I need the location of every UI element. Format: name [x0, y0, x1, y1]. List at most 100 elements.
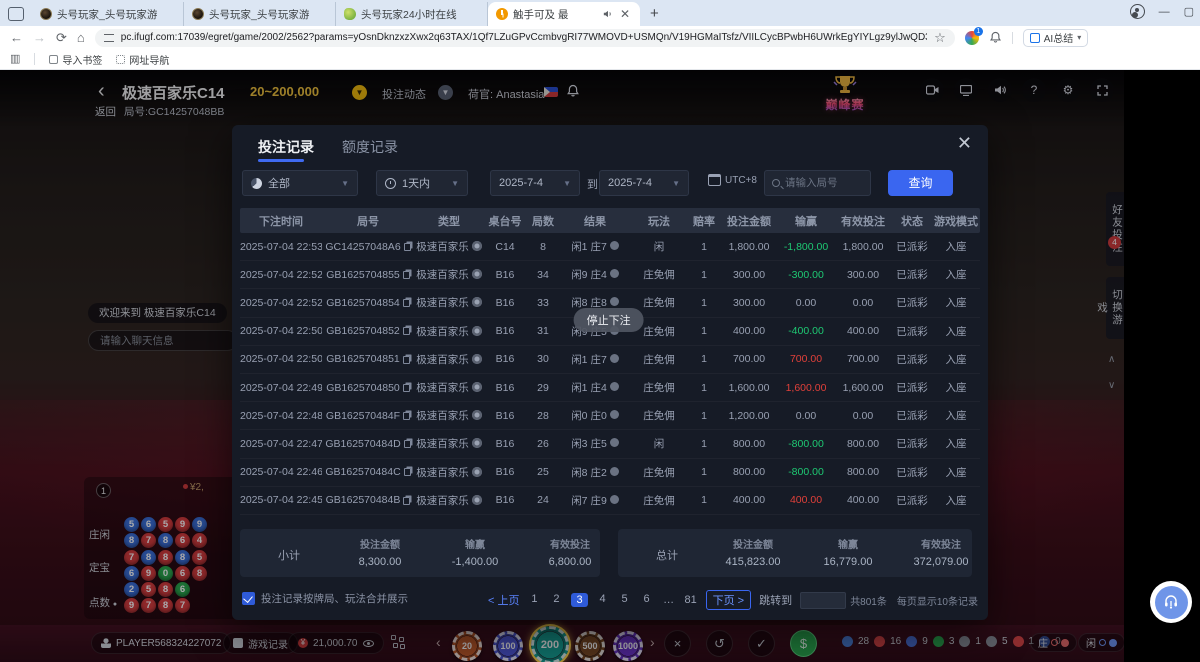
- copy-icon[interactable]: [403, 412, 410, 420]
- result-info-icon[interactable]: [610, 438, 619, 447]
- cell-round-no: 30: [526, 353, 560, 365]
- reload-icon[interactable]: ⟳: [56, 31, 67, 44]
- column-header: 局数: [526, 213, 560, 229]
- close-icon[interactable]: ✕: [957, 133, 972, 154]
- cell-bet-time: 2025-07-04 22:48:24: [240, 410, 322, 422]
- range-filter-dropdown[interactable]: 1天内▼: [376, 170, 468, 196]
- page-button[interactable]: 6: [640, 593, 654, 607]
- cell-valid-bet: 400.00: [834, 325, 892, 337]
- result-info-icon[interactable]: [610, 241, 619, 250]
- browser-tab[interactable]: 头号玩家_头号玩家游: [184, 2, 336, 26]
- cell-status: 已派彩: [892, 239, 932, 254]
- cell-table-no: B16: [484, 297, 526, 309]
- result-info-icon[interactable]: [610, 467, 619, 476]
- new-tab-button[interactable]: +: [650, 5, 659, 22]
- result-info-icon[interactable]: [610, 382, 619, 391]
- page-button[interactable]: 1: [527, 593, 541, 607]
- cell-game-type: 极速百家乐: [414, 408, 484, 423]
- last-page-button[interactable]: 81: [684, 594, 698, 606]
- merge-toggle[interactable]: 投注记录按牌局、玩法合并展示: [242, 591, 408, 606]
- cell-valid-bet: 0.00: [834, 297, 892, 309]
- type-filter-dropdown[interactable]: 全部▼: [242, 170, 358, 196]
- checkbox-checked-icon[interactable]: [242, 592, 255, 605]
- cell-valid-bet: 0.00: [834, 410, 892, 422]
- query-button[interactable]: 查询: [888, 170, 953, 196]
- dealer-cam-icon: [472, 410, 482, 420]
- customer-service-button[interactable]: [1150, 581, 1192, 623]
- tab-bet-records[interactable]: 投注记录: [258, 137, 314, 157]
- copy-icon[interactable]: [404, 243, 411, 251]
- chevron-down-icon: ▼: [672, 179, 680, 188]
- cell-table-no: B16: [484, 382, 526, 394]
- address-bar-actions: 1 AI总结 ▾: [965, 29, 1088, 47]
- copy-icon[interactable]: [403, 299, 410, 307]
- url-text[interactable]: pc.ifugf.com:17039/egret/game/2002/2562?…: [121, 32, 927, 43]
- cell-table-no: C14: [484, 241, 526, 253]
- bookmark-star-icon[interactable]: ☆: [934, 31, 946, 44]
- copy-icon[interactable]: [404, 440, 411, 448]
- extension-icon[interactable]: 1: [965, 31, 979, 45]
- result-info-icon[interactable]: [610, 354, 619, 363]
- cell-round-id: GB1625704852: [322, 325, 414, 337]
- date-from-dropdown[interactable]: 2025-7-4▼: [490, 170, 580, 196]
- copy-icon[interactable]: [403, 327, 410, 335]
- next-page-button[interactable]: 下页 >: [706, 590, 751, 610]
- cell-result: 闲0 庄0: [560, 408, 630, 423]
- page-button[interactable]: 4: [596, 593, 610, 607]
- cell-win-loss: -400.00: [778, 325, 834, 337]
- copy-icon[interactable]: [403, 356, 410, 364]
- page-button[interactable]: 2: [549, 593, 563, 607]
- cell-bet-time: 2025-07-04 22:46:31: [240, 466, 322, 478]
- bell-icon[interactable]: [989, 31, 1002, 44]
- tab-quota-records[interactable]: 额度记录: [342, 137, 398, 157]
- side-panel-icon[interactable]: ▥: [10, 54, 20, 65]
- maximize-button[interactable]: ▢: [1184, 5, 1194, 18]
- forward-icon[interactable]: →: [33, 31, 46, 44]
- url-field[interactable]: pc.ifugf.com:17039/egret/game/2002/2562?…: [95, 29, 955, 47]
- tab-close-icon[interactable]: ✕: [618, 7, 632, 21]
- profile-icon[interactable]: [1130, 4, 1145, 19]
- copy-icon[interactable]: [403, 384, 410, 392]
- jump-label: 跳转到: [759, 592, 792, 608]
- timezone-indicator[interactable]: UTC+8: [708, 174, 757, 186]
- round-search-box[interactable]: [764, 170, 871, 196]
- back-icon[interactable]: ←: [10, 31, 23, 44]
- ai-summary-button[interactable]: AI总结 ▾: [1023, 29, 1088, 47]
- dealer-cam-icon: [472, 269, 482, 279]
- result-info-icon[interactable]: [610, 410, 619, 419]
- copy-icon[interactable]: [403, 497, 410, 505]
- date-to-dropdown[interactable]: 2025-7-4▼: [599, 170, 689, 196]
- cell-odds: 1: [688, 297, 720, 309]
- page-button[interactable]: 3: [571, 593, 587, 607]
- result-info-icon[interactable]: [610, 269, 619, 278]
- tab-search-icon[interactable]: [8, 7, 24, 21]
- result-info-icon[interactable]: [610, 495, 619, 504]
- divider: [1012, 32, 1013, 44]
- browser-tab[interactable]: 头号玩家24小时在线: [336, 2, 488, 26]
- bookmark-nav[interactable]: 网址导航: [116, 52, 169, 67]
- tab-audio-icon[interactable]: [603, 9, 613, 19]
- minimize-button[interactable]: —: [1159, 6, 1170, 18]
- jump-page-input[interactable]: [800, 592, 846, 609]
- copy-icon[interactable]: [404, 468, 411, 476]
- cell-odds: 1: [688, 438, 720, 450]
- bookmark-import[interactable]: 导入书签: [49, 52, 102, 67]
- cell-round-id: GB1625704855: [322, 269, 414, 281]
- cell-valid-bet: 1,600.00: [834, 382, 892, 394]
- prev-page-button[interactable]: < 上页: [488, 592, 519, 608]
- browser-tab[interactable]: 触手可及 最✕: [488, 2, 640, 26]
- cell-win-loss: -1,800.00: [778, 241, 834, 253]
- browser-tab[interactable]: 头号玩家_头号玩家游: [32, 2, 184, 26]
- stop-betting-toast: 停止下注: [574, 308, 644, 332]
- copy-icon[interactable]: [403, 271, 410, 279]
- round-search-input[interactable]: [785, 177, 855, 189]
- cell-table-no: B16: [484, 494, 526, 506]
- cell-odds: 1: [688, 466, 720, 478]
- result-info-icon[interactable]: [610, 297, 619, 306]
- site-settings-icon[interactable]: [104, 34, 114, 42]
- table-row: 2025-07-04 22:53:32GC14257048A6极速百家乐C148…: [240, 233, 980, 261]
- bookmarks-bar: ▥ 导入书签 网址导航: [0, 49, 1200, 70]
- home-icon[interactable]: ⌂: [77, 31, 85, 44]
- cell-status: 已派彩: [892, 465, 932, 480]
- page-button[interactable]: 5: [618, 593, 632, 607]
